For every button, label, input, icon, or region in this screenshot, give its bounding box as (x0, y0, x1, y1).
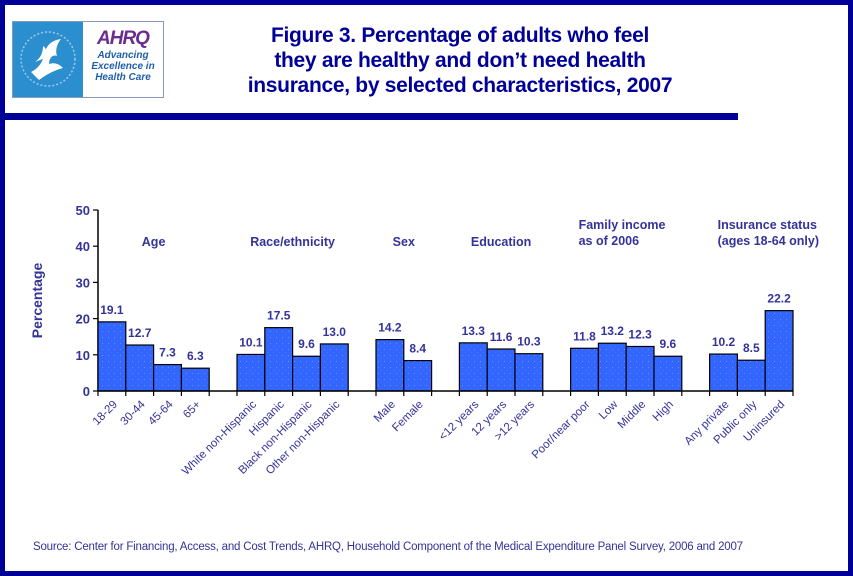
group-label: (ages 18-64 only) (718, 234, 819, 248)
bar (375, 338, 405, 392)
x-tick-label: 30-44 (119, 398, 149, 428)
bar-value-label: 10.1 (239, 335, 263, 349)
figure-frame: AHRQ Advancing Excellence in Health Care… (5, 5, 848, 571)
bar-value-label: 11.8 (573, 329, 596, 343)
bar (458, 342, 488, 392)
bar (569, 347, 599, 392)
bar-value-label: 17.5 (267, 309, 291, 323)
bar-value-label: 14.2 (378, 321, 402, 335)
title-divider (5, 113, 738, 120)
bar (236, 353, 266, 392)
group-label: Sex (393, 235, 415, 249)
bar-value-label: 13.3 (462, 324, 486, 338)
bar-value-label: 13.2 (601, 324, 625, 338)
bar-value-label: 22.2 (767, 292, 791, 306)
bar-value-label: 11.6 (490, 330, 513, 344)
bar (125, 344, 155, 392)
bar-value-label: 10.2 (712, 335, 736, 349)
group-label: Education (471, 235, 531, 249)
title-line-2: they are healthy and don’t need health (274, 49, 646, 72)
bar (764, 310, 794, 392)
hhs-eagle-icon (13, 22, 83, 97)
x-tick-label: High (651, 399, 676, 424)
bar (403, 359, 433, 392)
bar (736, 359, 766, 392)
bar (653, 355, 683, 392)
group-label: as of 2006 (579, 234, 640, 248)
y-tick-label: 50 (76, 203, 90, 218)
bar (292, 355, 322, 392)
ahrq-wordmark: AHRQ (97, 28, 150, 49)
bar (97, 321, 127, 392)
bar-value-label: 9.6 (298, 337, 315, 351)
bar (708, 353, 738, 392)
group-label: Age (142, 235, 166, 249)
title-line-1: Figure 3. Percentage of adults who feel (270, 24, 650, 47)
bar-value-label: 19.1 (100, 303, 124, 317)
bar-value-label: 10.3 (517, 335, 541, 349)
y-tick-label: 10 (76, 348, 90, 363)
group-label: Family income (579, 218, 666, 232)
bar (319, 343, 349, 392)
bar (486, 348, 516, 392)
bar (514, 353, 544, 392)
group-label: Race/ethnicity (250, 235, 335, 249)
ahrq-brand: AHRQ Advancing Excellence in Health Care (83, 22, 163, 97)
bar (625, 345, 655, 392)
bar-value-label: 13.0 (323, 325, 347, 339)
bar-value-label: 7.3 (159, 346, 176, 360)
y-axis-title: Percentage (29, 263, 45, 339)
bar (153, 363, 183, 392)
x-tick-label: Female (390, 399, 426, 435)
bar-value-label: 12.7 (128, 326, 152, 340)
bar (597, 342, 627, 392)
x-tick-label: 18-29 (91, 399, 120, 428)
y-tick-label: 40 (76, 239, 90, 254)
bar-value-label: 8.5 (743, 341, 760, 355)
x-tick-label: Poor/near poor (530, 399, 593, 462)
x-tick-label: 65+ (181, 398, 203, 420)
ahrq-logo: AHRQ Advancing Excellence in Health Care (12, 21, 164, 98)
figure-title: Figure 3. Percentage of adults who feel … (220, 23, 700, 98)
group-label: Insurance status (718, 218, 817, 232)
bar (264, 327, 294, 392)
bar-chart: 0 10 20 30 40 50 Percentage 19.1 18-29 12.7 30-44 7… (29, 203, 819, 478)
source-note: Source: Center for Financing, Access, an… (33, 541, 743, 553)
bar-value-label: 9.6 (660, 337, 677, 351)
x-tick-label: 45-64 (146, 398, 176, 428)
title-line-3: insurance, by selected characteristics, … (247, 74, 673, 97)
bar-value-label: 6.3 (187, 349, 204, 363)
y-tick-label: 0 (83, 384, 90, 399)
ahrq-tagline-1: Advancing (97, 50, 149, 61)
bar-value-label: 8.4 (409, 342, 426, 356)
ahrq-tagline-3: Health Care (95, 72, 151, 83)
y-tick-label: 30 (76, 275, 90, 290)
bar-value-label: 12.3 (628, 327, 652, 341)
bar (180, 367, 210, 392)
x-tick-label: Low (597, 398, 621, 422)
x-tick-label: Middle (616, 399, 648, 431)
ahrq-tagline-2: Excellence in (91, 61, 155, 72)
y-tick-label: 20 (76, 312, 90, 327)
